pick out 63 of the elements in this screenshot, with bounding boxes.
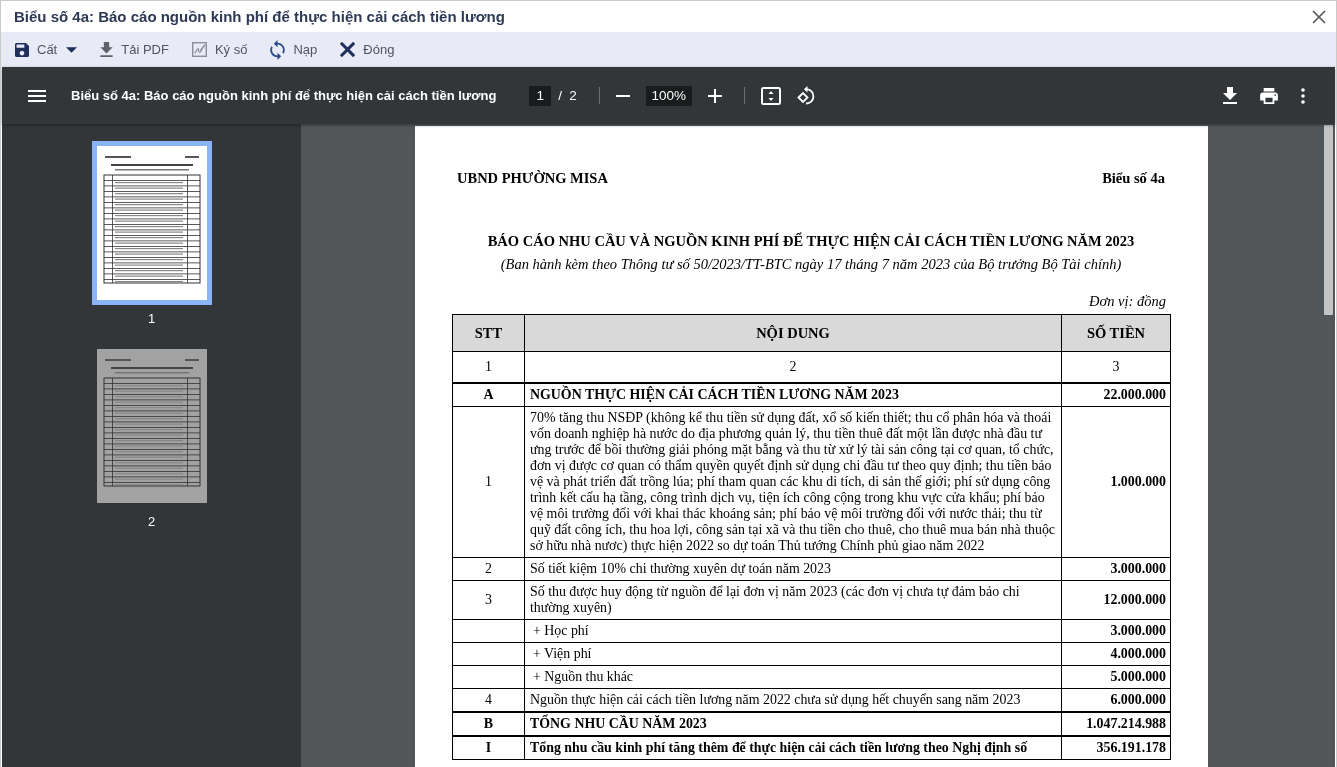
window-title: Biểu số 4a: Báo cáo nguồn kinh phí để thực hiện cải cách tiền lương (14, 8, 505, 25)
table-cell: 1.047.214.988 (1061, 712, 1171, 736)
table-cell: 3 (452, 580, 525, 620)
table-cell: 1 (452, 351, 525, 383)
table-cell: Tổng nhu cầu kinh phí tăng thêm để thực hiện cải cách tiền lương theo Nghị định số (524, 736, 1062, 760)
table-cell: + Viện phí (524, 642, 1062, 666)
close-icon[interactable] (1312, 9, 1326, 24)
report-title: BÁO CÁO NHU CẦU VÀ NGUỒN KINH PHÍ ĐỂ THỰC HIỆN CẢI CÁCH TIỀN LƯƠNG NĂM 2023 (486, 233, 1136, 250)
table-cell: TỔNG NHU CẦU NĂM 2023 (524, 712, 1062, 736)
page-count: 2 (569, 88, 577, 103)
download-icon (100, 42, 114, 57)
download-icon[interactable] (1223, 87, 1237, 104)
organization-name: UBND PHƯỜNG MISA (457, 170, 608, 187)
column-header: STT (452, 314, 525, 352)
document-title: Biểu số 4a: Báo cáo nguồn kinh phí để thực hiện cải cách tiền lương (71, 88, 497, 103)
table-cell: 22.000.000 (1061, 383, 1171, 407)
signature-icon (191, 42, 207, 57)
table-cell: I (452, 736, 525, 760)
table-cell: B (452, 712, 525, 736)
table-cell: 3.000.000 (1061, 557, 1171, 581)
table-cell: 356.191.178 (1061, 736, 1171, 760)
table-cell: A (452, 383, 525, 407)
table-cell: 2 (452, 557, 525, 581)
table-cell: Số tiết kiệm 10% chi thường xuyên dự toán năm 2023 (524, 557, 1062, 581)
column-header: SỐ TIỀN (1061, 314, 1171, 352)
table-cell: Số thu được huy động từ nguồn để lại đơn vị năm 2023 (các đơn vị chưa tự đảm bảo chi thường xuyên) (524, 580, 1062, 620)
reload-button[interactable]: Nạp (267, 35, 321, 64)
page-number-label: 1 (147, 312, 156, 326)
close-icon (340, 42, 356, 57)
page-number-label: 2 (147, 515, 156, 529)
page-number-field[interactable]: 1 (529, 85, 552, 106)
page-separator: / (558, 88, 563, 103)
table-cell: 70% tăng thu NSĐP (không kể thu tiền sử dụng đất, xổ số kiến thiết; thu cổ phân hóa và thoái vốn doanh nghiệp hà nước do địa phương quản lý, thu tiền thuê đất một lần được nhà đầu tư ưng trước để bồi thường giải phóng mặt bằng và thu từ xử lý tài sản công tại cơ quan, tổ chức, đơn vị được cơ quan có thẩm quyền quyết định sử dụng chi đầu tư theo quy định; thu tiền bảo vệ và phát triển đất trồng lúa; phí tham quan các khu di tích, di sản thế giới; phí sử dụng công trình kết cấu hạ tầng, công trình dịch vụ, tiện ích công cộng trong khu vực cửa khẩu; phí bảo vệ môi trường đối với khai thác khoáng sản; phí bảo vệ môi trường đối với nước thải; thu từ quỹ đất công ích, thu hoa lợi, công sản tại xã và thu tiền cho thuê, cho thuê mua bán nhà thuộc sở hữu nhà nươc) thực hiện 2022 so dự toán Thủ tướng Chính phủ giao năm 2022 (524, 406, 1062, 558)
refresh-icon (270, 39, 286, 60)
table-cell: 4.000.000 (1061, 642, 1171, 666)
minus-icon[interactable] (615, 94, 630, 97)
rotate-icon[interactable] (796, 86, 816, 105)
close-button[interactable]: Đóng (337, 38, 398, 61)
print-icon[interactable] (1260, 87, 1278, 104)
table-cell: 1.000.000 (1061, 406, 1171, 558)
menu-icon[interactable] (28, 89, 46, 102)
table-cell: 1 (452, 406, 525, 558)
column-header: NỘI DUNG (524, 314, 1062, 352)
table-cell: 3.000.000 (1061, 619, 1171, 643)
download-pdf-button[interactable]: Tải PDF (97, 38, 172, 61)
save-button[interactable]: Cất (12, 38, 81, 61)
fit-to-page-icon[interactable] (760, 86, 781, 105)
digital-sign-button[interactable]: Ký số (188, 38, 251, 61)
table-cell: + Nguồn thu khác (524, 665, 1062, 689)
form-number: Biểu số 4a (1102, 170, 1165, 187)
report-subtitle: (Ban hành kèm theo Thông tư số 50/2023/TT-BTC ngày 17 tháng 7 năm 2023 của Bộ trưởng Bộ Tài chính) (499, 256, 1123, 273)
scrollbar-thumb[interactable] (1324, 125, 1333, 315)
table-cell: NGUỒN THỰC HIỆN CẢI CÁCH TIỀN LƯƠNG NĂM 2023 (524, 383, 1062, 407)
plus-icon[interactable] (707, 88, 722, 103)
table-cell: 5.000.000 (1061, 665, 1171, 689)
currency-unit: Đơn vị: đồng (1088, 293, 1167, 310)
page-thumbnail[interactable] (91, 141, 212, 305)
zoom-level-field[interactable]: 100% (645, 85, 692, 106)
save-icon (15, 42, 29, 57)
table-cell: + Học phí (524, 619, 1062, 643)
table-cell: 4 (452, 688, 525, 712)
table-cell: 12.000.000 (1061, 580, 1171, 620)
more-options-icon[interactable] (1301, 87, 1305, 104)
